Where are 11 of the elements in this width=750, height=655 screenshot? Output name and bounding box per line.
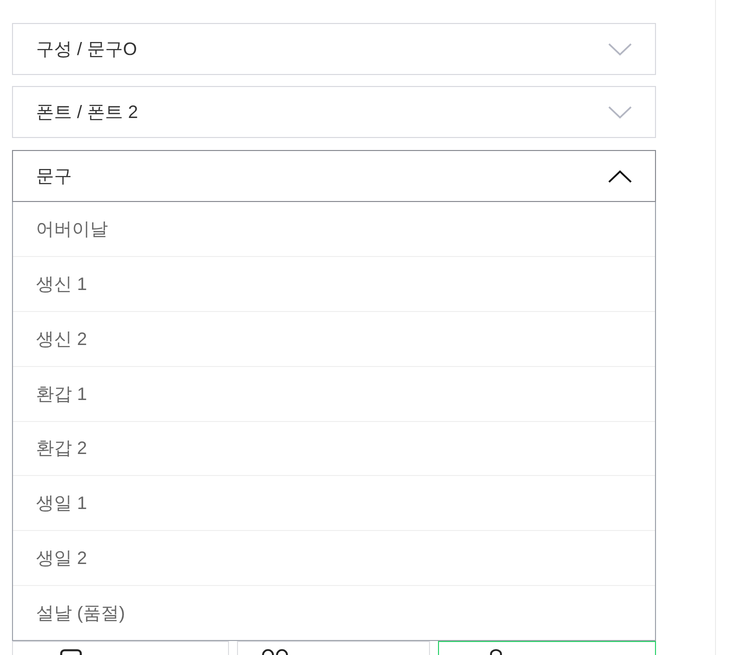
select-dropdown[interactable]: 폰트 / 폰트 2 [12,86,656,138]
select-dropdown[interactable]: 문구 [12,150,656,202]
action-button[interactable] [12,641,229,655]
chevron-down-icon [608,42,632,56]
heart-icon [262,649,288,655]
select-dropdown[interactable]: 구성 / 문구O [12,23,656,75]
action-button[interactable] [236,641,430,655]
action-button[interactable] [438,641,656,655]
chat-bubble-icon [60,649,82,655]
chevron-up-icon [608,170,632,182]
chevron-down-icon [608,106,632,118]
